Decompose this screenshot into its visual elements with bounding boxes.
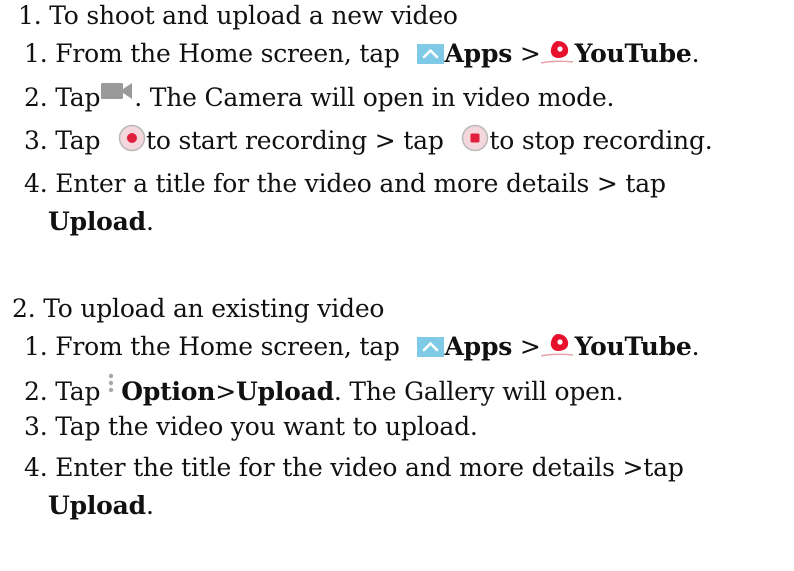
section-1-step-4: 4. Enter a title for the video and more … bbox=[24, 169, 666, 198]
section-2-step-4-cont: Upload. bbox=[48, 491, 154, 520]
youtube-icon bbox=[540, 39, 573, 65]
section-2-step-1: 1. From the Home screen, tap Apps > YouTu… bbox=[24, 332, 700, 361]
section-2-heading: 2. To upload an existing video bbox=[12, 294, 385, 323]
section-2-step-2: 2. Tap Option>Upload. The Gallery will op… bbox=[24, 372, 624, 408]
instructions-document: 1. To shoot and upload a new video 1. Fr… bbox=[0, 0, 794, 571]
record-stop-icon bbox=[461, 124, 489, 152]
apps-icon bbox=[417, 44, 445, 64]
section-2-step-4: 4. Enter the title for the video and mor… bbox=[24, 453, 684, 482]
section-1-heading: 1. To shoot and upload a new video bbox=[18, 1, 458, 30]
section-1-step-3: 3. Tap to start recording > tap to stop … bbox=[24, 124, 713, 155]
youtube-icon bbox=[540, 332, 573, 358]
video-camera-icon bbox=[100, 80, 134, 102]
section-1-step-2: 2. Tap. The Camera will open in video mo… bbox=[24, 80, 614, 114]
overflow-menu-icon bbox=[104, 372, 118, 398]
section-1-step-1: 1. From the Home screen, tap Apps > YouTu… bbox=[24, 39, 700, 68]
record-start-icon bbox=[118, 124, 146, 152]
section-2-step-3: 3. Tap the video you want to upload. bbox=[24, 412, 478, 441]
apps-icon bbox=[417, 337, 445, 357]
section-1-step-4-cont: Upload. bbox=[48, 207, 154, 236]
